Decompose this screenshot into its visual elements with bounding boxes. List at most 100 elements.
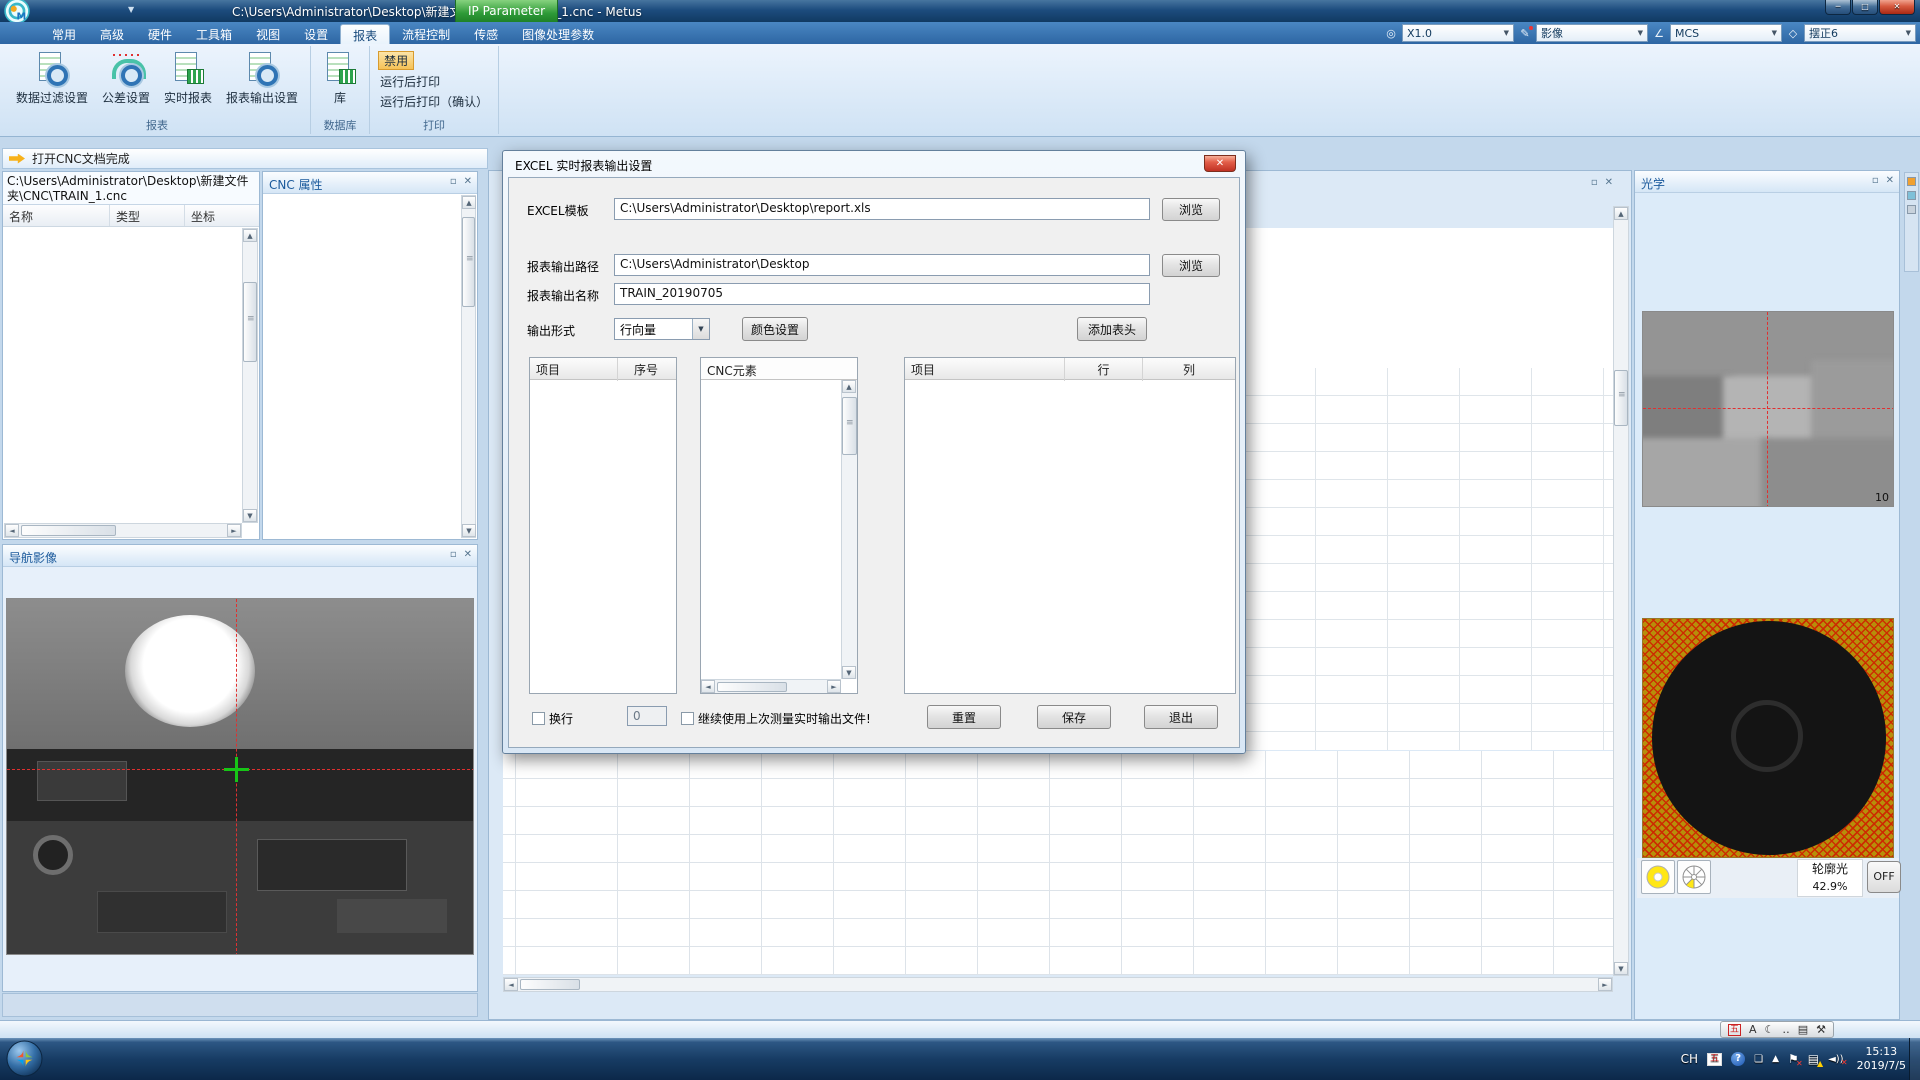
ribbon-tab-高级[interactable]: 高级 bbox=[88, 24, 136, 44]
close-button[interactable]: ✕ bbox=[1879, 0, 1915, 15]
scroll-thumb[interactable] bbox=[243, 282, 257, 362]
print-after-run-confirm[interactable]: 运行后打印（确认） bbox=[378, 93, 490, 110]
scroll-thumb[interactable] bbox=[520, 979, 580, 990]
ime-wubi-icon[interactable]: 五 bbox=[1707, 1053, 1722, 1066]
close-icon[interactable]: ✕ bbox=[1886, 175, 1894, 186]
maximize-button[interactable]: □ bbox=[1852, 0, 1878, 15]
ribbon-tab-设置[interactable]: 设置 bbox=[292, 24, 340, 44]
coordinate-system-combo[interactable]: MCS▼ bbox=[1670, 24, 1782, 42]
scroll-thumb[interactable] bbox=[1614, 370, 1628, 426]
checkbox-icon[interactable] bbox=[532, 712, 545, 725]
pin-icon[interactable]: ▫ bbox=[1872, 175, 1879, 186]
list-horizontal-scrollbar[interactable]: ◄ ► bbox=[701, 679, 841, 693]
scroll-down-icon[interactable]: ▼ bbox=[462, 524, 476, 537]
output-path-input[interactable]: C:\Users\Administrator\Desktop bbox=[614, 254, 1150, 276]
light-off-button[interactable]: OFF bbox=[1867, 861, 1901, 893]
scroll-thumb[interactable] bbox=[462, 217, 475, 307]
browse-template-button[interactable]: 浏览 bbox=[1162, 198, 1220, 221]
ip-parameter-tab[interactable]: IP Parameter bbox=[455, 0, 558, 22]
column-row[interactable]: 行 bbox=[1065, 358, 1143, 381]
scroll-thumb[interactable] bbox=[842, 397, 857, 455]
sheet-horizontal-scrollbar[interactable]: ◄ ► bbox=[503, 977, 1613, 992]
color-settings-button[interactable]: 颜色设置 bbox=[742, 317, 808, 341]
flag-icon[interactable]: ⚑✕ bbox=[1788, 1052, 1799, 1066]
exit-button[interactable]: 退出 bbox=[1144, 705, 1218, 729]
minimize-button[interactable]: ─ bbox=[1825, 0, 1851, 15]
ribbon-tab-视图[interactable]: 视图 bbox=[244, 24, 292, 44]
reset-button[interactable]: 重置 bbox=[927, 705, 1001, 729]
close-icon[interactable]: ✕ bbox=[1605, 177, 1613, 188]
dialog-title[interactable]: EXCEL 实时报表输出设置 bbox=[503, 151, 1245, 177]
column-index[interactable]: 序号 bbox=[618, 358, 674, 381]
column-cs[interactable]: 坐标 bbox=[185, 205, 239, 226]
close-icon[interactable]: ✕ bbox=[464, 176, 472, 187]
column-type[interactable]: 类型 bbox=[110, 205, 185, 226]
ribbon-tab-硬件[interactable]: 硬件 bbox=[136, 24, 184, 44]
start-button[interactable] bbox=[6, 1040, 43, 1077]
optics-zoom-image[interactable]: 10 bbox=[1642, 311, 1894, 507]
ring-light-button[interactable] bbox=[1641, 860, 1675, 894]
scroll-right-icon[interactable]: ► bbox=[1598, 978, 1612, 991]
ribbon-tab-传感[interactable]: 传感 bbox=[462, 24, 510, 44]
autohide-tab-icon[interactable] bbox=[1907, 177, 1916, 186]
autohide-tab-strip[interactable] bbox=[1904, 172, 1919, 272]
ime-moon-icon[interactable]: ☾ bbox=[1765, 1023, 1775, 1036]
print-after-run[interactable]: 运行后打印 bbox=[378, 73, 490, 90]
output-name-input[interactable]: TRAIN_20190705 bbox=[614, 283, 1150, 305]
segment-light-button[interactable] bbox=[1677, 860, 1711, 894]
sheet-vertical-scrollbar[interactable]: ▲ ▼ bbox=[1613, 206, 1629, 976]
show-desktop-button[interactable] bbox=[1909, 1038, 1920, 1080]
scroll-left-icon[interactable]: ◄ bbox=[504, 978, 518, 991]
ribbon-tab-图像处理参数[interactable]: 图像处理参数 bbox=[510, 24, 606, 44]
language-indicator[interactable]: CH bbox=[1681, 1052, 1698, 1066]
ribbon-button-库[interactable]: 库 bbox=[319, 48, 361, 109]
scroll-right-icon[interactable]: ► bbox=[227, 524, 241, 537]
quick-access-caret-icon[interactable]: ▼ bbox=[128, 5, 134, 14]
scroll-left-icon[interactable]: ◄ bbox=[701, 680, 715, 693]
browse-output-path-button[interactable]: 浏览 bbox=[1162, 254, 1220, 277]
scroll-right-icon[interactable]: ► bbox=[827, 680, 841, 693]
autohide-tab-icon[interactable] bbox=[1907, 205, 1916, 214]
ribbon-button-实时报表[interactable]: 实时报表 bbox=[160, 48, 216, 109]
sheet-filled-cells[interactable] bbox=[1244, 228, 1613, 368]
network-icon[interactable]: ▤▲ bbox=[1808, 1052, 1819, 1066]
property-vertical-scrollbar[interactable]: ▲ ▼ bbox=[461, 195, 476, 538]
tree-horizontal-scrollbar[interactable]: ◄ ► bbox=[4, 523, 242, 538]
pin-icon[interactable]: ▫ bbox=[450, 549, 457, 560]
scroll-up-icon[interactable]: ▲ bbox=[1614, 207, 1628, 220]
navigation-camera-image[interactable] bbox=[6, 598, 474, 955]
scroll-down-icon[interactable]: ▼ bbox=[243, 509, 257, 522]
ime-wubi-icon[interactable]: 五 bbox=[1728, 1024, 1741, 1036]
column-item[interactable]: 项目 bbox=[905, 358, 1065, 381]
keyboard-icon[interactable]: ▤ bbox=[1798, 1023, 1808, 1036]
scroll-up-icon[interactable]: ▲ bbox=[842, 380, 856, 393]
add-header-button[interactable]: 添加表头 bbox=[1077, 317, 1147, 341]
scroll-up-icon[interactable]: ▲ bbox=[462, 196, 476, 209]
ribbon-tab-报表[interactable]: 报表 bbox=[340, 24, 390, 44]
window-stack-icon[interactable]: ❏ bbox=[1754, 1054, 1763, 1065]
scroll-up-icon[interactable]: ▲ bbox=[243, 229, 257, 242]
checkbox-icon[interactable] bbox=[681, 712, 694, 725]
template-path-input[interactable]: C:\Users\Administrator\Desktop\report.xl… bbox=[614, 198, 1150, 220]
tool-icon[interactable]: ⚒ bbox=[1816, 1023, 1826, 1036]
checkbox-wrap-line[interactable]: 换行 bbox=[532, 710, 573, 727]
zoom-combo[interactable]: X1.0▼ bbox=[1402, 24, 1514, 42]
ribbon-tab-常用[interactable]: 常用 bbox=[40, 24, 88, 44]
column-name[interactable]: 名称 bbox=[3, 205, 110, 226]
disabled-badge[interactable]: 禁用 bbox=[378, 51, 414, 70]
pin-icon[interactable]: ▫ bbox=[450, 176, 457, 187]
output-format-combo[interactable]: 行向量▼ bbox=[614, 318, 710, 340]
ime-dots-icon[interactable]: ‥ bbox=[1782, 1023, 1789, 1036]
ime-letter-icon[interactable]: A bbox=[1749, 1023, 1757, 1036]
speaker-icon[interactable]: ◄))✕ bbox=[1828, 1054, 1844, 1065]
list-vertical-scrollbar[interactable]: ▲ ▼ bbox=[841, 380, 857, 679]
metus-logo-icon[interactable]: M bbox=[4, 0, 30, 24]
tray-expand-icon[interactable]: ▲ bbox=[1772, 1054, 1779, 1064]
scroll-down-icon[interactable]: ▼ bbox=[842, 666, 856, 679]
clock[interactable]: 15:13 2019/7/5 bbox=[1857, 1045, 1906, 1073]
ribbon-tab-工具箱[interactable]: 工具箱 bbox=[184, 24, 244, 44]
tree-vertical-scrollbar[interactable]: ▲ ▼ bbox=[242, 228, 258, 523]
scroll-down-icon[interactable]: ▼ bbox=[1614, 962, 1628, 975]
save-button[interactable]: 保存 bbox=[1037, 705, 1111, 729]
ribbon-tab-流程控制[interactable]: 流程控制 bbox=[390, 24, 462, 44]
